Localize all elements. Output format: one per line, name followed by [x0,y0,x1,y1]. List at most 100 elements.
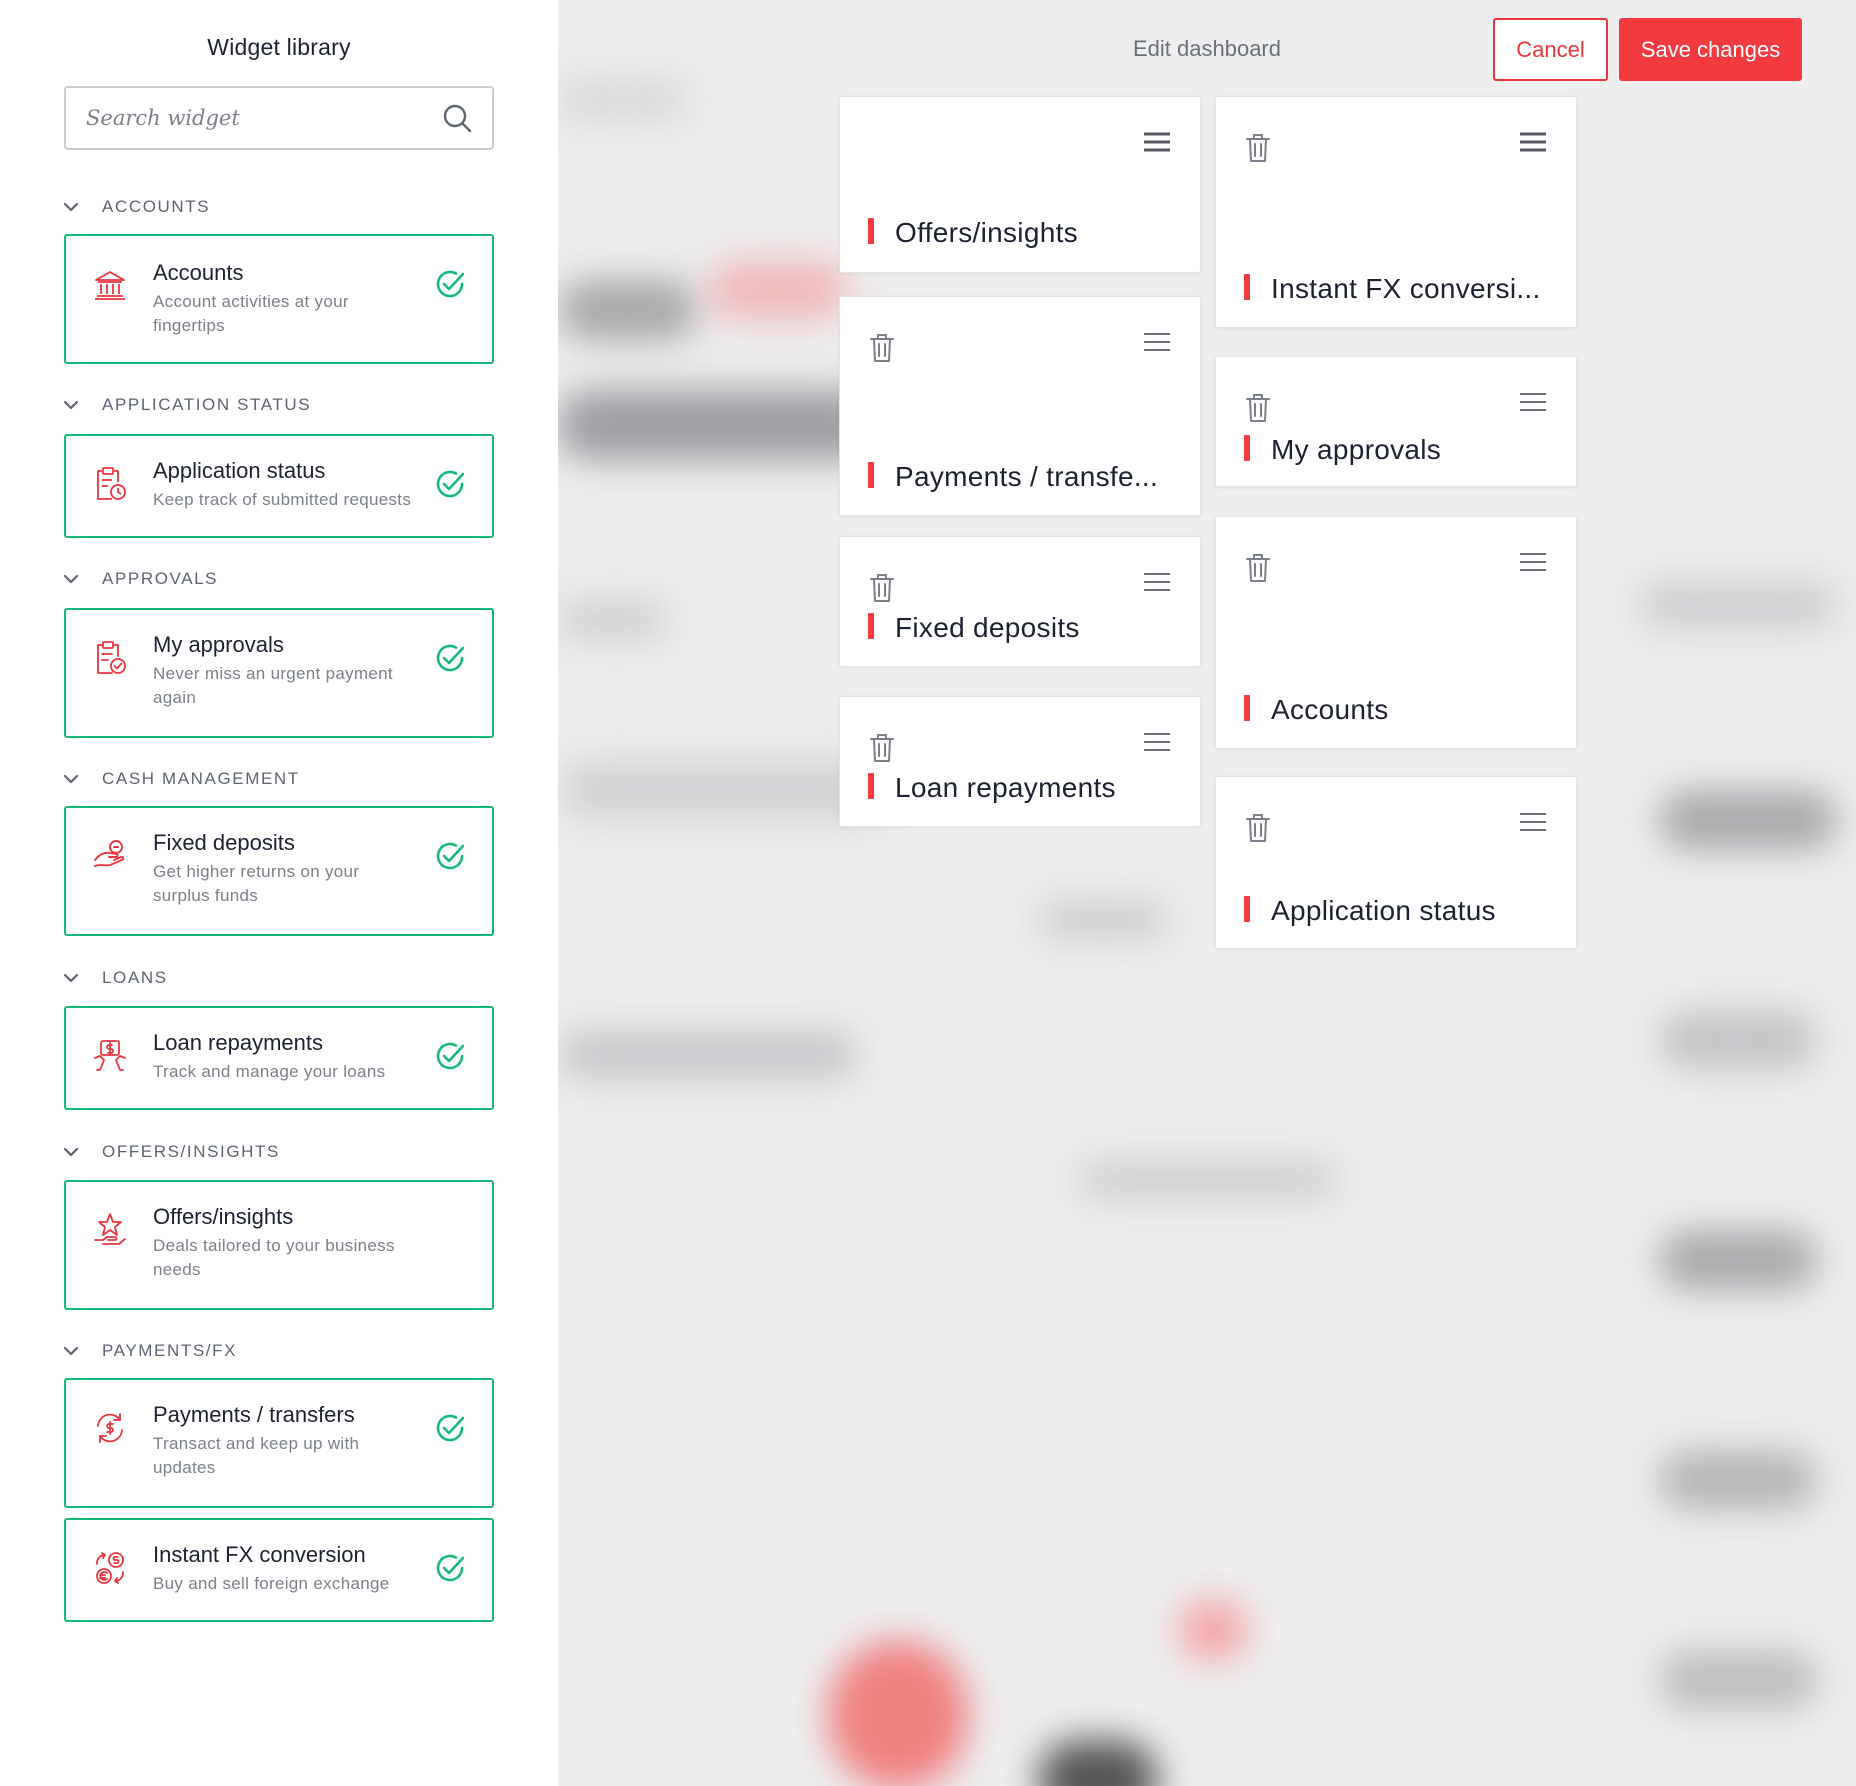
dashboard-widget-application-status[interactable]: Application status [1215,776,1577,949]
widget-card-fixed-deposits[interactable]: Fixed deposits Get higher returns on you… [64,806,494,936]
widget-title: My approvals [153,632,284,657]
chevron-down-icon[interactable] [62,1143,80,1161]
section-label: ACCOUNTS [102,197,211,216]
section-label: APPROVALS [102,569,219,588]
drag-handle-icon[interactable] [1519,131,1547,153]
trash-icon[interactable] [1245,553,1271,583]
trash-icon[interactable] [1245,393,1271,423]
accent-bar [868,773,874,799]
trash-icon[interactable] [869,333,895,363]
accent-bar [1244,435,1250,461]
check-circle-icon[interactable] [434,1412,466,1444]
check-circle-icon[interactable] [434,468,466,500]
dashboard-backdrop [558,0,1856,1786]
dashboard-widget-instant-fx-conversion[interactable]: Instant FX conversi... [1215,96,1577,328]
accent-bar [868,218,874,244]
widget-description: Account activities at your fingertips [153,292,349,335]
widget-description: Keep track of submitted requests [153,490,412,509]
drag-handle-icon[interactable] [1519,551,1547,573]
accent-bar [1244,896,1250,922]
section-label: OFFERS/INSIGHTS [102,1142,280,1161]
drag-handle-icon[interactable] [1143,571,1171,593]
widget-card-offers-insights[interactable]: Offers/insights Deals tailored to your b… [64,1180,494,1310]
widget-title: Payments / transfers [153,1402,355,1427]
widget-card-my-approvals[interactable]: My approvals Never miss an urgent paymen… [64,608,494,738]
chevron-down-icon[interactable] [62,1342,80,1360]
section-label: CASH MANAGEMENT [102,769,300,788]
trash-icon[interactable] [869,573,895,603]
widget-title: My approvals [1271,434,1442,465]
dashboard-widget-offers-insights[interactable]: Offers/insights [839,96,1201,273]
widget-card-payments-transfers[interactable]: Payments / transfers Transact and keep u… [64,1378,494,1508]
widget-title: Loan repayments [153,1030,323,1055]
widget-description: Deals tailored to your business needs [153,1236,395,1279]
chevron-down-icon[interactable] [62,396,80,414]
widget-library-panel: Widget library ACCOUNTS Accounts Account… [0,0,558,1786]
widget-title: Fixed deposits [895,612,1080,643]
drag-handle-icon[interactable] [1143,731,1171,753]
chevron-down-icon[interactable] [62,198,80,216]
chevron-down-icon[interactable] [62,969,80,987]
widget-card-instant-fx-conversion[interactable]: Instant FX conversion Buy and sell forei… [64,1518,494,1622]
check-circle-icon[interactable] [434,1040,466,1072]
dashboard-widget-payments-transfers[interactable]: Payments / transfe... [839,296,1201,516]
section-header-offers-insights[interactable]: OFFERS/INSIGHTS [62,1138,280,1166]
search-box[interactable] [64,86,494,150]
cancel-button[interactable]: Cancel [1493,18,1608,81]
chevron-down-icon[interactable] [62,570,80,588]
section-header-payments-fx[interactable]: PAYMENTS/FX [62,1337,237,1365]
widget-description: Transact and keep up with updates [153,1434,360,1477]
section-header-loans[interactable]: LOANS [62,964,168,992]
widget-title: Offers/insights [895,217,1078,248]
widget-card-application-status[interactable]: Application status Keep track of submitt… [64,434,494,538]
widget-title: Instant FX conversi... [1271,273,1541,304]
star-hand-icon [94,1213,126,1245]
trash-icon[interactable] [1245,813,1271,843]
widget-title: Payments / transfe... [895,461,1159,492]
widget-title: Fixed deposits [153,830,295,855]
widget-card-accounts[interactable]: Accounts Account activities at your fing… [64,234,494,364]
widget-card-loan-repayments[interactable]: Loan repayments Track and manage your lo… [64,1006,494,1110]
trash-icon[interactable] [1245,133,1271,163]
accent-bar [1244,695,1250,721]
widget-title: Offers/insights [153,1204,294,1229]
section-label: LOANS [102,968,168,987]
search-icon[interactable] [442,103,472,133]
section-label: APPLICATION STATUS [102,395,312,414]
widget-title: Instant FX conversion [153,1542,366,1567]
dashboard-widget-loan-repayments[interactable]: Loan repayments [839,696,1201,827]
check-circle-icon[interactable] [434,840,466,872]
page-title: Edit dashboard [1133,36,1281,61]
widget-description: Get higher returns on your surplus funds [153,862,360,905]
clipboard-clock-icon [97,467,126,500]
check-circle-icon[interactable] [434,268,466,300]
drag-handle-icon[interactable] [1519,811,1547,833]
drag-handle-icon[interactable] [1143,331,1171,353]
check-circle-icon[interactable] [434,642,466,674]
search-input[interactable] [86,106,442,130]
money-hand-icon [94,1040,126,1071]
drag-handle-icon[interactable] [1519,391,1547,413]
dashboard-widget-fixed-deposits[interactable]: Fixed deposits [839,536,1201,667]
widget-description: Track and manage your loans [153,1062,386,1081]
section-header-cash-management[interactable]: CASH MANAGEMENT [62,765,300,793]
widget-title: Accounts [1271,694,1389,725]
drag-handle-icon[interactable] [1143,131,1171,153]
currency-exchange-icon [96,1552,124,1584]
dashboard-widget-accounts[interactable]: Accounts [1215,516,1577,749]
chevron-down-icon[interactable] [62,770,80,788]
trash-icon[interactable] [869,733,895,763]
section-header-accounts[interactable]: ACCOUNTS [62,193,210,221]
section-header-approvals[interactable]: APPROVALS [62,565,218,593]
hand-coin-icon [94,840,125,867]
accent-bar [1244,274,1250,300]
save-changes-button[interactable]: Save changes [1619,18,1802,81]
dashboard-widget-my-approvals[interactable]: My approvals [1215,356,1577,487]
widget-title: Application status [1271,895,1496,926]
widget-description: Never miss an urgent payment again [153,664,393,707]
accent-bar [868,613,874,639]
widget-library-title: Widget library [207,34,351,60]
section-header-application-status[interactable]: APPLICATION STATUS [62,391,311,419]
check-circle-icon[interactable] [434,1552,466,1584]
bank-icon [95,271,125,300]
